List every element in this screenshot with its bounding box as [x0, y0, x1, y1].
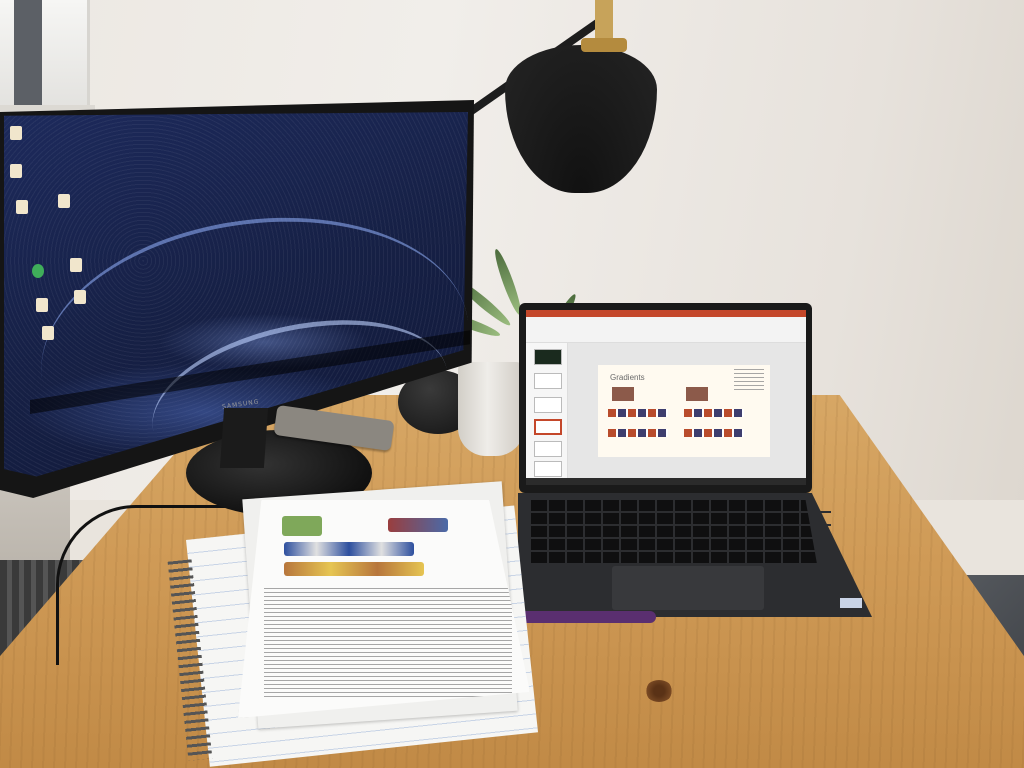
brain-row	[608, 409, 668, 417]
slide-thumbnail[interactable]	[534, 349, 562, 365]
slide-thumbnail[interactable]	[534, 441, 562, 457]
ppt-title-bar[interactable]	[526, 310, 806, 317]
ppt-canvas[interactable]: Gradients	[568, 343, 806, 478]
laptop-sticker	[840, 598, 862, 608]
slide-matrix	[612, 387, 634, 401]
slide-notes	[734, 369, 764, 391]
slide-thumbnail-active[interactable]	[534, 419, 562, 435]
desktop-icon[interactable]	[16, 200, 28, 214]
desktop-icon[interactable]	[58, 194, 70, 208]
desktop-icon[interactable]	[74, 290, 86, 304]
window-frame	[14, 0, 42, 106]
desktop-icons	[8, 126, 88, 346]
ppt-slide-thumbnails[interactable]	[526, 343, 568, 478]
desktop-icon[interactable]	[42, 326, 54, 340]
brain-row	[684, 429, 744, 437]
whatsapp-icon[interactable]	[32, 264, 44, 278]
slide-title: Gradients	[610, 373, 645, 382]
paper-figure	[282, 516, 322, 536]
desktop-icon[interactable]	[10, 164, 22, 178]
slide-thumbnail[interactable]	[534, 397, 562, 413]
laptop-screen[interactable]: Gradients	[526, 310, 806, 485]
laptop-taskbar[interactable]	[526, 478, 806, 485]
plant-pot	[458, 362, 524, 456]
paper-figure	[284, 562, 424, 576]
monitor-stand-neck	[219, 408, 269, 468]
research-paper	[238, 500, 530, 718]
ppt-ribbon[interactable]	[526, 317, 806, 343]
paper-figure	[388, 518, 448, 532]
paper-text	[264, 588, 512, 698]
laptop-touchpad[interactable]	[612, 566, 764, 610]
pen	[516, 611, 656, 623]
desktop-icon[interactable]	[36, 298, 48, 312]
ppt-slide[interactable]: Gradients	[598, 365, 770, 457]
slide-thumbnail[interactable]	[534, 373, 562, 389]
desk-knot	[645, 680, 673, 702]
desktop-icon[interactable]	[70, 258, 82, 272]
paper-figure	[284, 542, 414, 556]
brain-row	[608, 429, 668, 437]
keyboard-rows	[531, 500, 831, 564]
slide-thumbnail[interactable]	[534, 461, 562, 477]
lamp-rim	[581, 38, 627, 52]
desktop-icon[interactable]	[10, 126, 22, 140]
slide-matrix	[686, 387, 708, 401]
brain-row	[684, 409, 744, 417]
